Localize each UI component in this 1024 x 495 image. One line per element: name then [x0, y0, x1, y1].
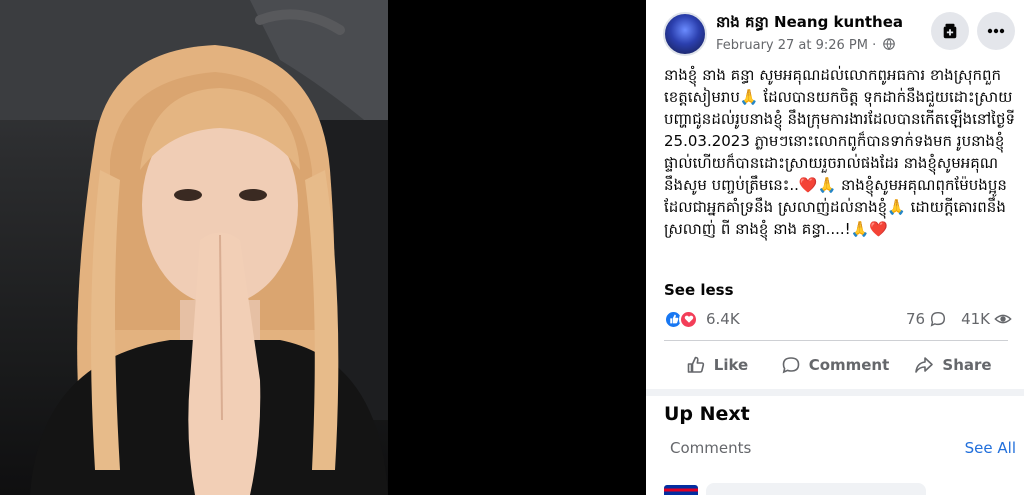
avatar[interactable] — [663, 12, 707, 56]
next-comment-preview[interactable] — [664, 481, 1008, 495]
divider — [664, 340, 1008, 341]
comments-count: 76 — [905, 310, 926, 328]
share-label: Share — [942, 356, 992, 374]
post-text: នាងខ្ញុំ នាង គន្ធា សូមអគុណដល់លោកពូអធការ … — [664, 66, 1020, 238]
engagement-stats: 76 41K — [906, 307, 1012, 331]
eye-icon — [994, 314, 1012, 324]
bookmark-add-icon — [943, 23, 957, 39]
video-player[interactable] — [0, 0, 646, 495]
video-still — [0, 0, 388, 495]
comment-icon — [782, 357, 799, 374]
views-count: 41K — [961, 310, 990, 328]
comment-bubble — [706, 483, 926, 495]
see-all-link[interactable]: See All — [965, 439, 1016, 457]
share-arrow-icon — [915, 357, 934, 373]
video-frame[interactable] — [0, 0, 388, 495]
like-label: Like — [713, 356, 749, 374]
more-options-button[interactable] — [977, 12, 1015, 50]
reactions-summary[interactable]: 6.4K — [664, 307, 740, 331]
post-panel: នាង គន្ធា Neang kunthea February 27 at 9… — [646, 0, 1024, 495]
reactions-count[interactable]: 6.4K — [706, 310, 740, 328]
post-actions: Like Comment Share — [658, 346, 1012, 384]
comments-section-label: Comments — [670, 439, 752, 457]
comment-label: Comment — [808, 356, 890, 374]
love-reaction-icon — [679, 309, 698, 329]
section-separator — [646, 389, 1024, 396]
thumbs-up-icon — [687, 356, 704, 373]
up-next-heading: Up Next — [664, 403, 750, 425]
comment-button[interactable]: Comment — [776, 346, 894, 384]
post-meta: February 27 at 9:26 PM · — [716, 38, 896, 53]
comments-stat[interactable]: 76 — [906, 310, 947, 328]
see-less-link[interactable]: See less — [664, 281, 734, 299]
more-dots-icon — [987, 28, 1005, 34]
commenter-avatar — [664, 485, 698, 495]
like-button[interactable]: Like — [658, 346, 776, 384]
share-button[interactable]: Share — [894, 346, 1012, 384]
save-video-button[interactable] — [931, 12, 969, 50]
comment-bubble-icon — [930, 311, 946, 327]
views-stat: 41K — [961, 310, 1012, 328]
author-name[interactable]: នាង គន្ធា Neang kunthea — [716, 13, 903, 35]
globe-icon — [883, 38, 896, 50]
post-timestamp[interactable]: February 27 at 9:26 PM — [716, 38, 868, 53]
meta-separator: · — [872, 38, 877, 53]
